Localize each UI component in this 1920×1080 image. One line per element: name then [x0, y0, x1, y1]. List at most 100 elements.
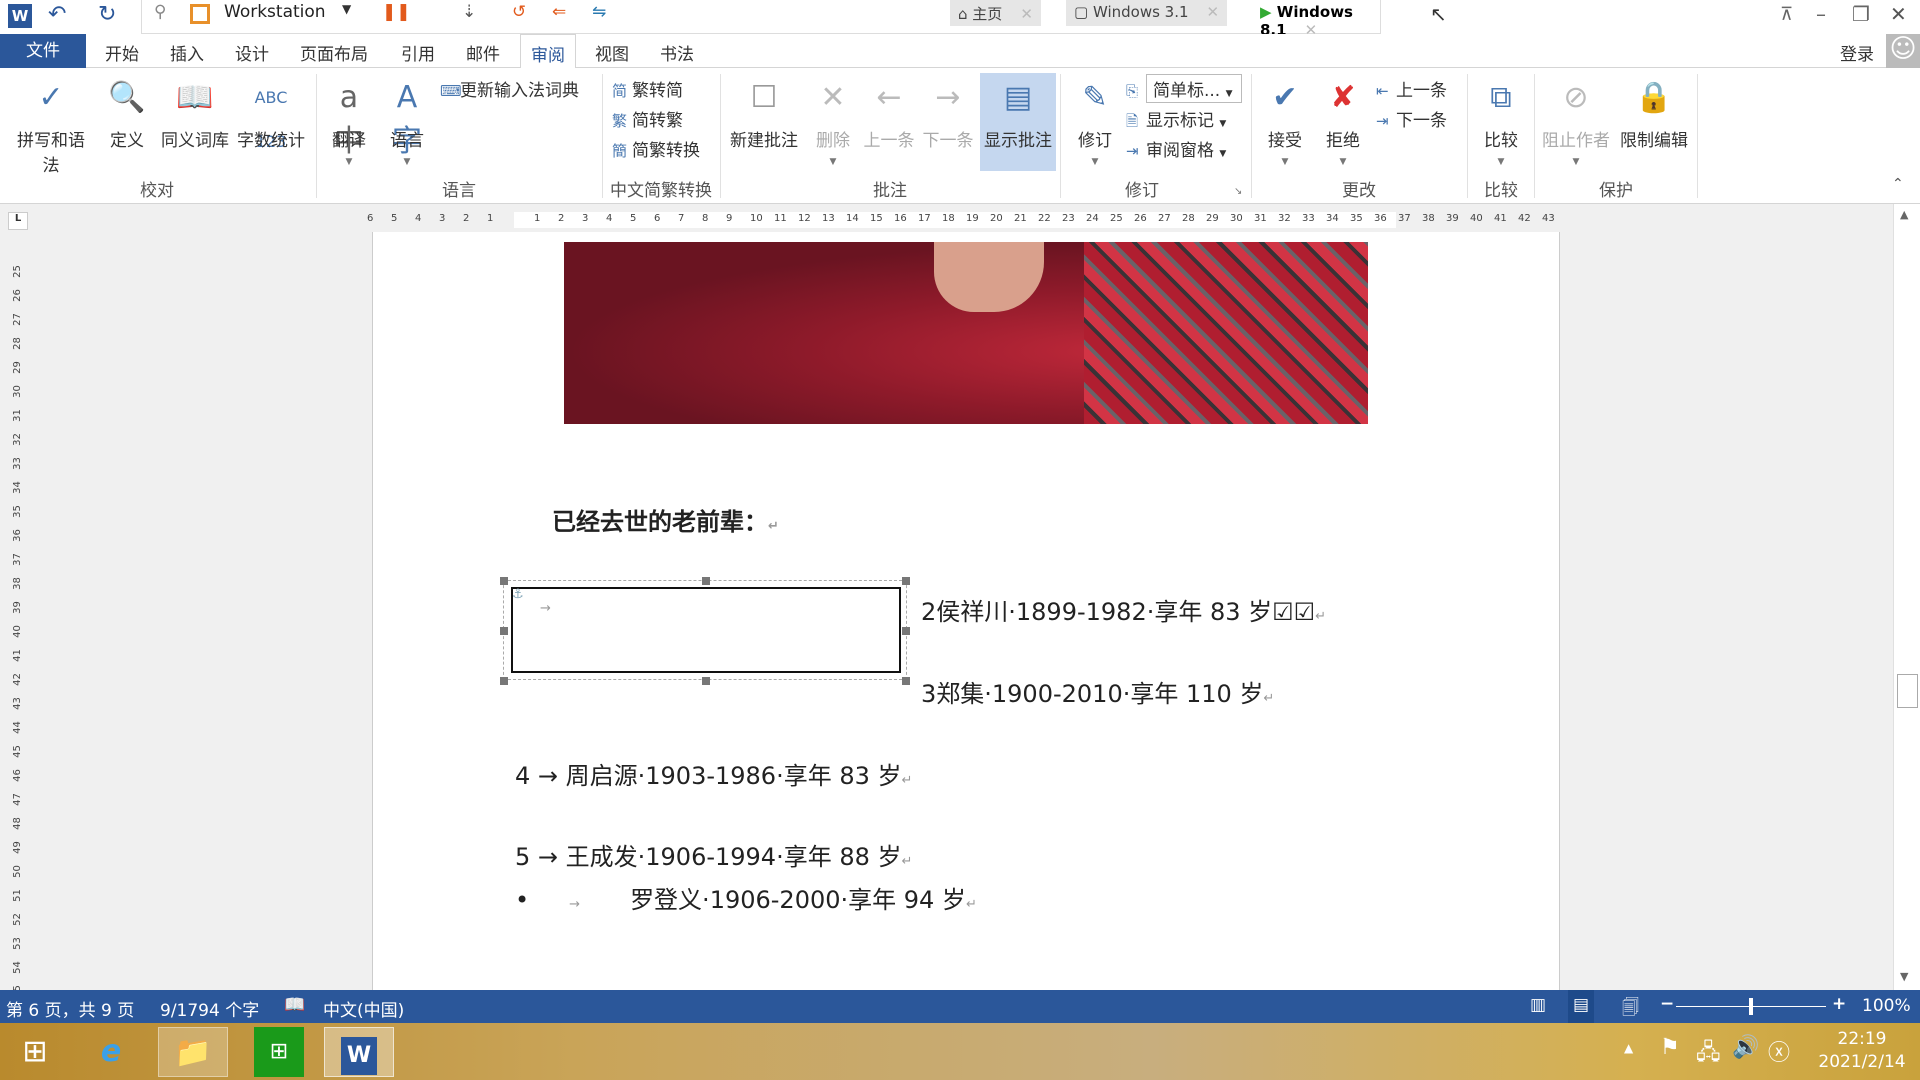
- tab-design[interactable]: 设计: [235, 40, 269, 65]
- dropdown-icon[interactable]: ▼: [342, 2, 351, 16]
- compare-button[interactable]: ⧉ 比较 ▼: [1466, 76, 1536, 167]
- tab-layout[interactable]: 页面布局: [300, 40, 368, 65]
- tab-mailings[interactable]: 邮件: [466, 40, 500, 65]
- resize-handle[interactable]: [902, 677, 910, 685]
- list-item[interactable]: • → 罗登义·1906-2000·享年 94 岁↵: [515, 880, 977, 915]
- send-keys-icon[interactable]: ⇣: [462, 2, 476, 22]
- vm-tab-win31[interactable]: ▢ Windows 3.1 ✕: [1066, 0, 1228, 26]
- resize-handle[interactable]: [902, 577, 910, 585]
- zoom-out-button[interactable]: −: [1660, 994, 1674, 1014]
- scroll-thumb[interactable]: [1897, 674, 1918, 708]
- restore-icon[interactable]: ❐: [1852, 2, 1870, 26]
- redo-icon[interactable]: ↻: [98, 2, 116, 27]
- tab-review[interactable]: 审阅: [520, 34, 576, 69]
- snapshot-icon[interactable]: ↺: [512, 2, 526, 22]
- show-hidden-icons[interactable]: ▲: [1624, 1041, 1633, 1055]
- text-box-selection[interactable]: ⚓ →: [500, 577, 910, 685]
- language-button[interactable]: A字 语言 ▼: [372, 76, 442, 167]
- document-photo[interactable]: [564, 242, 1368, 424]
- reviewing-pane-button[interactable]: ⇥ 审阅窗格 ▼: [1126, 136, 1226, 161]
- resize-handle[interactable]: [500, 627, 508, 635]
- previous-change-button[interactable]: ⇤ 上一条: [1376, 76, 1447, 101]
- action-center-flag-icon[interactable]: ⚑: [1660, 1035, 1680, 1060]
- tab-file[interactable]: 文件: [0, 34, 86, 68]
- tab-insert[interactable]: 插入: [170, 40, 204, 65]
- resize-handle[interactable]: [702, 677, 710, 685]
- vertical-scrollbar[interactable]: ▲ ▼: [1893, 204, 1920, 990]
- vm-title[interactable]: Workstation: [224, 2, 326, 22]
- zoom-slider-thumb[interactable]: [1749, 998, 1753, 1015]
- proofing-icon[interactable]: 📖: [284, 995, 305, 1015]
- tab-selector[interactable]: L: [8, 212, 28, 230]
- tab-references[interactable]: 引用: [401, 40, 435, 65]
- word-count[interactable]: 9/1794 个字: [160, 996, 259, 1021]
- collapse-ribbon-icon[interactable]: ⌃: [1892, 176, 1904, 192]
- vm-tab-win81[interactable]: ▶ Windows 8.1 ✕: [1252, 0, 1380, 39]
- track-changes-button[interactable]: ✎ 修订 ▼: [1060, 76, 1130, 167]
- start-button[interactable]: ⊞: [0, 1027, 70, 1077]
- tab-calligraphy[interactable]: 书法: [660, 40, 694, 65]
- pause-icon[interactable]: ❚❚: [382, 2, 411, 22]
- scroll-down-icon[interactable]: ▼: [1900, 970, 1908, 983]
- dialog-launcher-icon[interactable]: ↘: [1234, 186, 1242, 197]
- close-icon[interactable]: ✕: [1207, 3, 1220, 21]
- internet-explorer-icon[interactable]: e: [76, 1027, 146, 1077]
- list-item[interactable]: 5 → 王成发·1906-1994·享年 88 岁↵: [515, 837, 912, 872]
- scroll-up-icon[interactable]: ▲: [1900, 208, 1908, 221]
- list-item[interactable]: 4 → 周启源·1903-1986·享年 83 岁↵: [515, 756, 912, 791]
- resize-handle[interactable]: [902, 627, 910, 635]
- avatar[interactable]: ☺: [1886, 34, 1920, 68]
- read-mode-icon[interactable]: ▥: [1530, 995, 1546, 1015]
- revert-icon[interactable]: ⇐: [552, 2, 566, 22]
- next-comment-button[interactable]: → 下一条: [913, 76, 983, 151]
- resize-handle[interactable]: [500, 577, 508, 585]
- close-icon[interactable]: ✕: [1020, 5, 1033, 23]
- close-window-icon[interactable]: ✕: [1890, 2, 1907, 26]
- language-status[interactable]: 中文(中国): [323, 996, 404, 1021]
- next-change-button[interactable]: ⇥ 下一条: [1376, 106, 1447, 131]
- show-comments-button[interactable]: ▤ 显示批注: [980, 73, 1056, 171]
- display-for-review-select[interactable]: ⎘ 简单标... ▼: [1126, 74, 1242, 103]
- spelling-grammar-button[interactable]: ✓ 拼写和语法: [15, 76, 87, 176]
- ime-status-icon[interactable]: ⓧ: [1768, 1035, 1790, 1067]
- store-icon[interactable]: ⊞: [254, 1027, 304, 1077]
- display-select-value[interactable]: 简单标... ▼: [1146, 74, 1242, 103]
- thesaurus-button[interactable]: 📖 同义词库: [160, 76, 230, 151]
- web-layout-icon[interactable]: 🗐: [1622, 995, 1639, 1024]
- snapshot-manager-icon[interactable]: ⇋: [592, 2, 606, 22]
- list-item[interactable]: 3郑集·1900-2010·享年 110 岁↵: [921, 674, 1274, 709]
- text-box[interactable]: [511, 587, 901, 673]
- show-markup-button[interactable]: 🗎 显示标记 ▼: [1126, 106, 1226, 136]
- volume-icon[interactable]: 🔊: [1732, 1035, 1759, 1060]
- trad-to-simp-button[interactable]: 简繁转简: [612, 76, 683, 101]
- network-icon[interactable]: 🖧: [1696, 1035, 1721, 1073]
- new-comment-button[interactable]: ☐ 新建批注: [726, 76, 802, 151]
- restrict-editing-button[interactable]: 🔒 限制编辑: [1614, 76, 1694, 151]
- resize-handle[interactable]: [500, 677, 508, 685]
- word-count-button[interactable]: ABC 123 字数统计: [236, 76, 306, 151]
- zoom-level[interactable]: 100%: [1862, 996, 1911, 1016]
- print-layout-icon[interactable]: ▤: [1568, 990, 1594, 1023]
- document-page[interactable]: 已经去世的老前辈：↵ ⚓ → 2侯祥川·1899-1982·享年 83 岁☑☑↵…: [372, 232, 1560, 990]
- undo-icon[interactable]: ↶: [48, 2, 66, 27]
- vertical-ruler[interactable]: 25 26 27 28 29 30 31 32 33 34 35 36 37 38 39 40 41 42 43 44…: [0, 232, 34, 998]
- word-taskbar-icon[interactable]: W: [324, 1027, 394, 1077]
- update-ime-button[interactable]: ⌨更新输入法词典: [440, 76, 579, 101]
- list-item[interactable]: 2侯祥川·1899-1982·享年 83 岁☑☑↵: [921, 592, 1326, 627]
- convert-button[interactable]: 簡简繁转换: [612, 136, 700, 161]
- horizontal-ruler[interactable]: 6 5 4 3 2 1 1 2 3 4 5 6 7 8 9 10 11 12 13 14 15 16 17 18 19 20 21 2…: [34, 208, 1892, 232]
- file-explorer-icon[interactable]: 📁: [158, 1027, 228, 1077]
- pin-icon[interactable]: ⚲: [154, 2, 166, 22]
- block-authors-button[interactable]: ⊘ 阻止作者 ▼: [1538, 76, 1614, 167]
- page-count[interactable]: 第 6 页，共 9 页: [6, 996, 134, 1021]
- tab-view[interactable]: 视图: [595, 40, 629, 65]
- define-button[interactable]: 🔍 定义: [92, 76, 162, 151]
- clock[interactable]: 22:19 2021/2/14: [1812, 1028, 1912, 1074]
- help-icon[interactable]: ⊼: [1780, 4, 1793, 25]
- resize-handle[interactable]: [702, 577, 710, 585]
- reject-button[interactable]: ✘ 拒绝 ▼: [1308, 76, 1378, 167]
- simp-to-trad-button[interactable]: 繁简转繁: [612, 106, 683, 131]
- sign-in-link[interactable]: 登录: [1840, 40, 1874, 65]
- vm-tab-home[interactable]: ⌂ 主页 ✕: [950, 0, 1041, 26]
- zoom-in-button[interactable]: +: [1832, 994, 1846, 1014]
